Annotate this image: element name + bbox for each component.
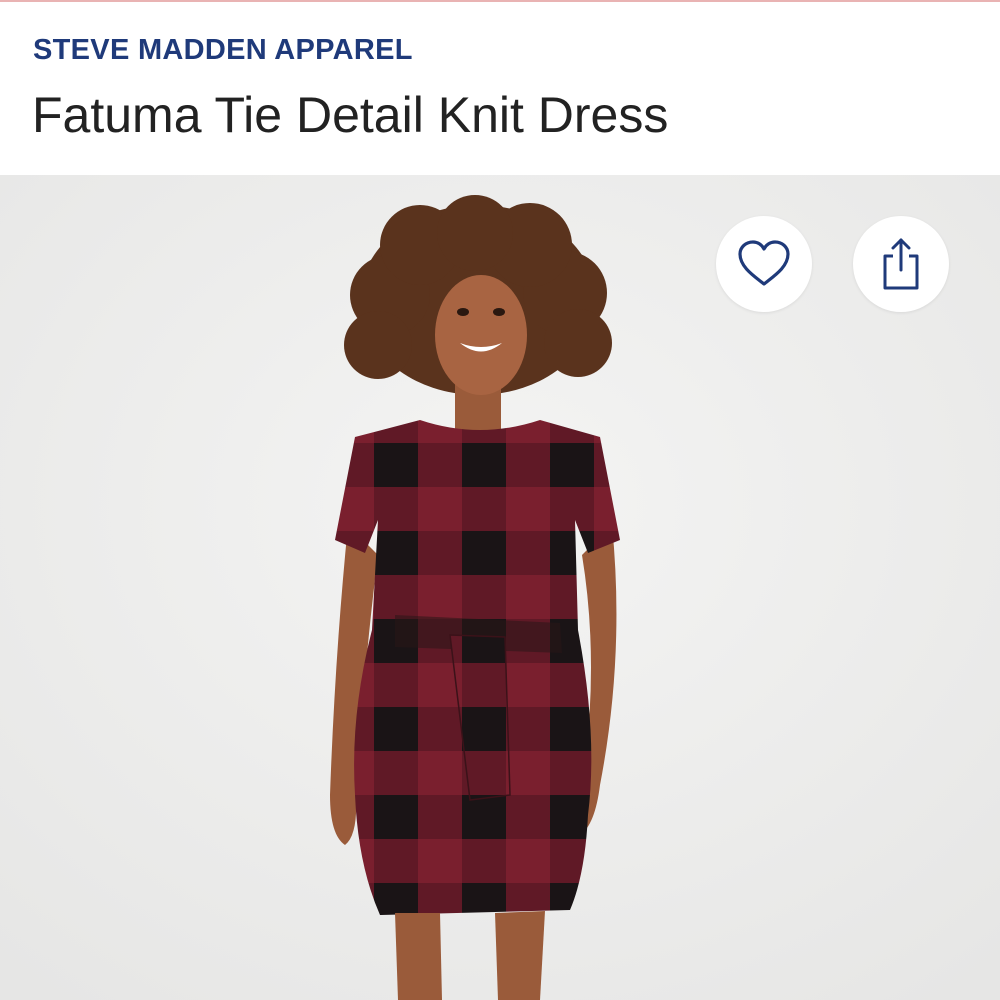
heart-icon (738, 240, 790, 286)
product-photo (0, 175, 1000, 1000)
product-header: STEVE MADDEN APPAREL Fatuma Tie Detail K… (0, 2, 1000, 174)
share-icon (883, 238, 919, 290)
favorite-button[interactable] (716, 216, 812, 312)
product-title: Fatuma Tie Detail Knit Dress (32, 87, 669, 143)
brand-link[interactable]: STEVE MADDEN APPAREL (33, 34, 413, 67)
share-button[interactable] (853, 216, 949, 312)
product-image-area[interactable] (0, 175, 1000, 1000)
